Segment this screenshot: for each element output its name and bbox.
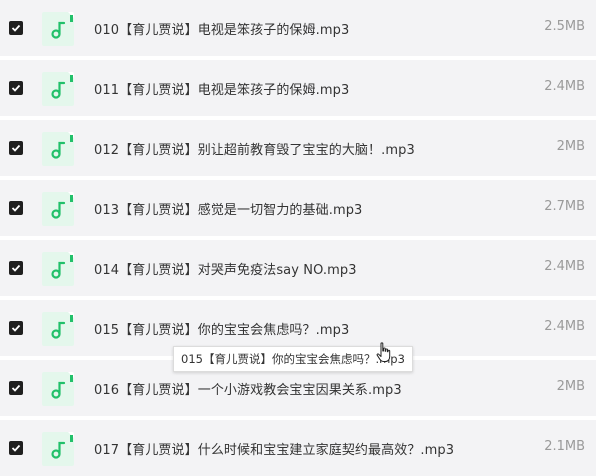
file-size: 2.4MB — [544, 259, 585, 274]
file-name[interactable]: 015【育儿贾说】你的宝宝会焦虑吗？.mp3 — [94, 319, 349, 338]
checkbox[interactable] — [9, 441, 23, 455]
file-size: 2.4MB — [544, 319, 585, 334]
file-size: 2.4MB — [544, 79, 585, 94]
checkbox[interactable] — [9, 381, 23, 395]
music-note-icon — [42, 132, 74, 166]
hand-cursor-icon — [376, 342, 392, 368]
music-note-icon — [42, 312, 74, 346]
checkbox[interactable] — [9, 81, 23, 95]
file-row[interactable]: 014【育儿贾说】对哭声免疫法say NO.mp3 2.4MB — [0, 240, 596, 300]
file-name[interactable]: 010【育儿贾说】电视是笨孩子的保姆.mp3 — [94, 19, 349, 38]
file-size: 2MB — [556, 139, 585, 154]
file-name[interactable]: 017【育儿贾说】什么时候和宝宝建立家庭契约最高效？.mp3 — [94, 439, 454, 458]
music-note-icon — [42, 72, 74, 106]
file-size: 2.5MB — [544, 19, 585, 34]
checkbox[interactable] — [9, 201, 23, 215]
file-row[interactable]: 017【育儿贾说】什么时候和宝宝建立家庭契约最高效？.mp3 2.1MB — [0, 420, 596, 476]
file-name[interactable]: 014【育儿贾说】对哭声免疫法say NO.mp3 — [94, 259, 357, 278]
file-row[interactable]: 011【育儿贾说】电视是笨孩子的保姆.mp3 2.4MB — [0, 60, 596, 120]
file-name[interactable]: 011【育儿贾说】电视是笨孩子的保姆.mp3 — [94, 79, 349, 98]
music-note-icon — [42, 12, 74, 46]
file-name[interactable]: 013【育儿贾说】感觉是一切智力的基础.mp3 — [94, 199, 362, 218]
music-note-icon — [42, 432, 74, 466]
file-name[interactable]: 016【育儿贾说】一个小游戏教会宝宝因果关系.mp3 — [94, 379, 402, 398]
checkbox[interactable] — [9, 321, 23, 335]
checkbox[interactable] — [9, 261, 23, 275]
checkbox[interactable] — [9, 21, 23, 35]
file-row[interactable]: 013【育儿贾说】感觉是一切智力的基础.mp3 2.7MB — [0, 180, 596, 240]
file-row[interactable]: 012【育儿贾说】别让超前教育毁了宝宝的大脑！.mp3 2MB — [0, 120, 596, 180]
music-note-icon — [42, 192, 74, 226]
file-row[interactable]: 010【育儿贾说】电视是笨孩子的保姆.mp3 2.5MB — [0, 0, 596, 60]
checkbox[interactable] — [9, 141, 23, 155]
file-size: 2.7MB — [544, 199, 585, 214]
file-size: 2MB — [556, 379, 585, 394]
music-note-icon — [42, 252, 74, 286]
file-name[interactable]: 012【育儿贾说】别让超前教育毁了宝宝的大脑！.mp3 — [94, 139, 415, 158]
file-size: 2.1MB — [544, 439, 585, 454]
music-note-icon — [42, 372, 74, 406]
file-list: 010【育儿贾说】电视是笨孩子的保姆.mp3 2.5MB 011【育儿贾说】电视… — [0, 0, 596, 476]
